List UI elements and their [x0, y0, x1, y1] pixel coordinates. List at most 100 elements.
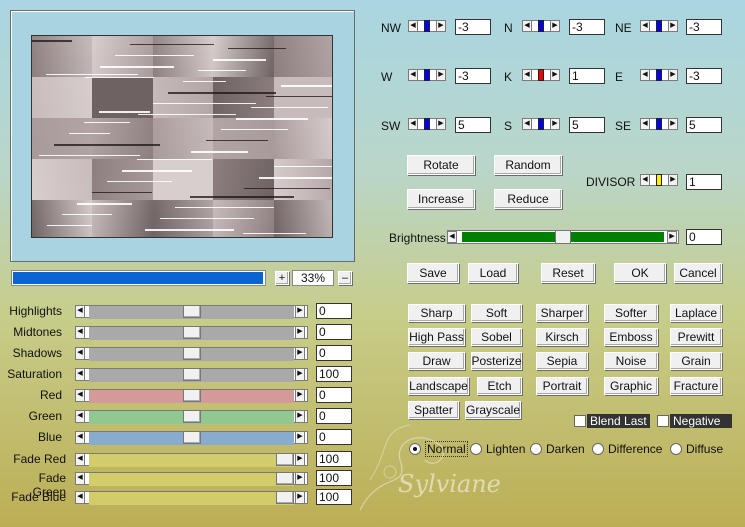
load-button[interactable]: Load: [468, 263, 518, 283]
preset-soft-button[interactable]: Soft: [471, 304, 522, 322]
preset-softer-button[interactable]: Softer: [604, 304, 658, 322]
blend-last-checkbox[interactable]: [574, 415, 586, 427]
red-thumb[interactable]: [183, 389, 201, 402]
matrix-s-input[interactable]: 5: [569, 117, 605, 133]
fade-blue-slider[interactable]: ◀ ▶: [75, 491, 308, 505]
red-input[interactable]: 0: [316, 387, 352, 403]
divisor-right-arrow[interactable]: ▶: [668, 174, 678, 186]
reduce-button[interactable]: Reduce: [494, 189, 562, 209]
random-button[interactable]: Random: [494, 155, 562, 175]
fade-blue-left-arrow[interactable]: ◀: [75, 491, 85, 504]
matrix-ne-right-arrow[interactable]: ▶: [668, 20, 678, 32]
blue-slider[interactable]: ◀ ▶: [75, 431, 308, 445]
negative-checkbox[interactable]: [657, 415, 669, 427]
blend-difference-label[interactable]: Difference: [608, 442, 662, 456]
brightness-input[interactable]: 0: [686, 229, 722, 245]
matrix-ne-input[interactable]: -3: [686, 19, 722, 35]
rotate-button[interactable]: Rotate: [407, 155, 475, 175]
blend-last-label[interactable]: Blend Last: [587, 414, 650, 428]
preset-sharper-button[interactable]: Sharper: [536, 304, 588, 322]
matrix-se-thumb[interactable]: [656, 118, 662, 130]
blend-diffuse-radio[interactable]: [670, 443, 682, 455]
saturation-input[interactable]: 100: [316, 366, 352, 382]
matrix-se-left-arrow[interactable]: ◀: [640, 118, 650, 130]
fade-green-right-arrow[interactable]: ▶: [295, 472, 305, 485]
preset-grain-button[interactable]: Grain: [670, 352, 722, 370]
preset-noise-button[interactable]: Noise: [604, 352, 658, 370]
midtones-thumb[interactable]: [183, 326, 201, 339]
shadows-input[interactable]: 0: [316, 345, 352, 361]
matrix-e-thumb[interactable]: [656, 69, 662, 81]
matrix-s-right-arrow[interactable]: ▶: [550, 118, 560, 130]
blend-darken-radio[interactable]: [530, 443, 542, 455]
red-left-arrow[interactable]: ◀: [75, 389, 85, 402]
green-thumb[interactable]: [183, 410, 201, 423]
matrix-n-left-arrow[interactable]: ◀: [522, 20, 532, 32]
highlights-left-arrow[interactable]: ◀: [75, 305, 85, 318]
matrix-nw-thumb[interactable]: [424, 20, 430, 32]
fade-red-input[interactable]: 100: [316, 451, 352, 467]
brightness-slider[interactable]: ◀ ▶: [447, 230, 679, 244]
matrix-w-thumb[interactable]: [424, 69, 430, 81]
green-slider[interactable]: ◀ ▶: [75, 410, 308, 424]
shadows-left-arrow[interactable]: ◀: [75, 347, 85, 360]
matrix-sw-input[interactable]: 5: [455, 117, 491, 133]
matrix-e-right-arrow[interactable]: ▶: [668, 69, 678, 81]
matrix-nw-left-arrow[interactable]: ◀: [408, 20, 418, 32]
increase-button[interactable]: Increase: [407, 189, 475, 209]
highlights-thumb[interactable]: [183, 305, 201, 318]
blend-darken-label[interactable]: Darken: [546, 442, 585, 456]
green-right-arrow[interactable]: ▶: [295, 410, 305, 423]
saturation-thumb[interactable]: [183, 368, 201, 381]
save-button[interactable]: Save: [407, 263, 459, 283]
cancel-button[interactable]: Cancel: [674, 263, 722, 283]
red-slider[interactable]: ◀ ▶: [75, 389, 308, 403]
shadows-slider[interactable]: ◀ ▶: [75, 347, 308, 361]
saturation-right-arrow[interactable]: ▶: [295, 368, 305, 381]
matrix-e-input[interactable]: -3: [686, 68, 722, 84]
saturation-left-arrow[interactable]: ◀: [75, 368, 85, 381]
fade-red-slider[interactable]: ◀ ▶: [75, 453, 308, 467]
blend-difference-radio[interactable]: [592, 443, 604, 455]
matrix-w-left-arrow[interactable]: ◀: [408, 69, 418, 81]
matrix-w-input[interactable]: -3: [455, 68, 491, 84]
preset-graphic-button[interactable]: Graphic: [604, 377, 658, 395]
preset-portrait-button[interactable]: Portrait: [536, 377, 588, 395]
matrix-n-thumb[interactable]: [538, 20, 544, 32]
blue-input[interactable]: 0: [316, 429, 352, 445]
green-left-arrow[interactable]: ◀: [75, 410, 85, 423]
negative-label[interactable]: Negative: [670, 414, 732, 428]
brightness-left-arrow[interactable]: ◀: [447, 231, 457, 243]
preset-sharp-button[interactable]: Sharp: [408, 304, 465, 322]
matrix-e-left-arrow[interactable]: ◀: [640, 69, 650, 81]
matrix-w-right-arrow[interactable]: ▶: [436, 69, 446, 81]
matrix-n-input[interactable]: -3: [569, 19, 605, 35]
matrix-ne-left-arrow[interactable]: ◀: [640, 20, 650, 32]
matrix-n-right-arrow[interactable]: ▶: [550, 20, 560, 32]
fade-blue-input[interactable]: 100: [316, 489, 352, 505]
matrix-k-thumb[interactable]: [538, 69, 544, 81]
fade-red-left-arrow[interactable]: ◀: [75, 453, 85, 466]
green-input[interactable]: 0: [316, 408, 352, 424]
fade-blue-thumb[interactable]: [276, 491, 294, 504]
matrix-s-thumb[interactable]: [538, 118, 544, 130]
preset-fracture-button[interactable]: Fracture: [670, 377, 722, 395]
midtones-left-arrow[interactable]: ◀: [75, 326, 85, 339]
red-right-arrow[interactable]: ▶: [295, 389, 305, 402]
midtones-input[interactable]: 0: [316, 324, 352, 340]
fade-green-input[interactable]: 100: [316, 470, 352, 486]
preset-sobel-button[interactable]: Sobel: [471, 328, 522, 346]
blue-thumb[interactable]: [183, 431, 201, 444]
zoom-out-button[interactable]: –: [338, 271, 352, 285]
matrix-sw-thumb[interactable]: [424, 118, 430, 130]
matrix-nw-right-arrow[interactable]: ▶: [436, 20, 446, 32]
matrix-se-input[interactable]: 5: [686, 117, 722, 133]
blue-right-arrow[interactable]: ▶: [295, 431, 305, 444]
divisor-thumb[interactable]: [656, 174, 662, 186]
divisor-input[interactable]: 1: [686, 174, 722, 190]
brightness-right-arrow[interactable]: ▶: [667, 231, 677, 243]
saturation-slider[interactable]: ◀ ▶: [75, 368, 308, 382]
highlights-right-arrow[interactable]: ▶: [295, 305, 305, 318]
preset-kirsch-button[interactable]: Kirsch: [536, 328, 588, 346]
matrix-sw-left-arrow[interactable]: ◀: [408, 118, 418, 130]
